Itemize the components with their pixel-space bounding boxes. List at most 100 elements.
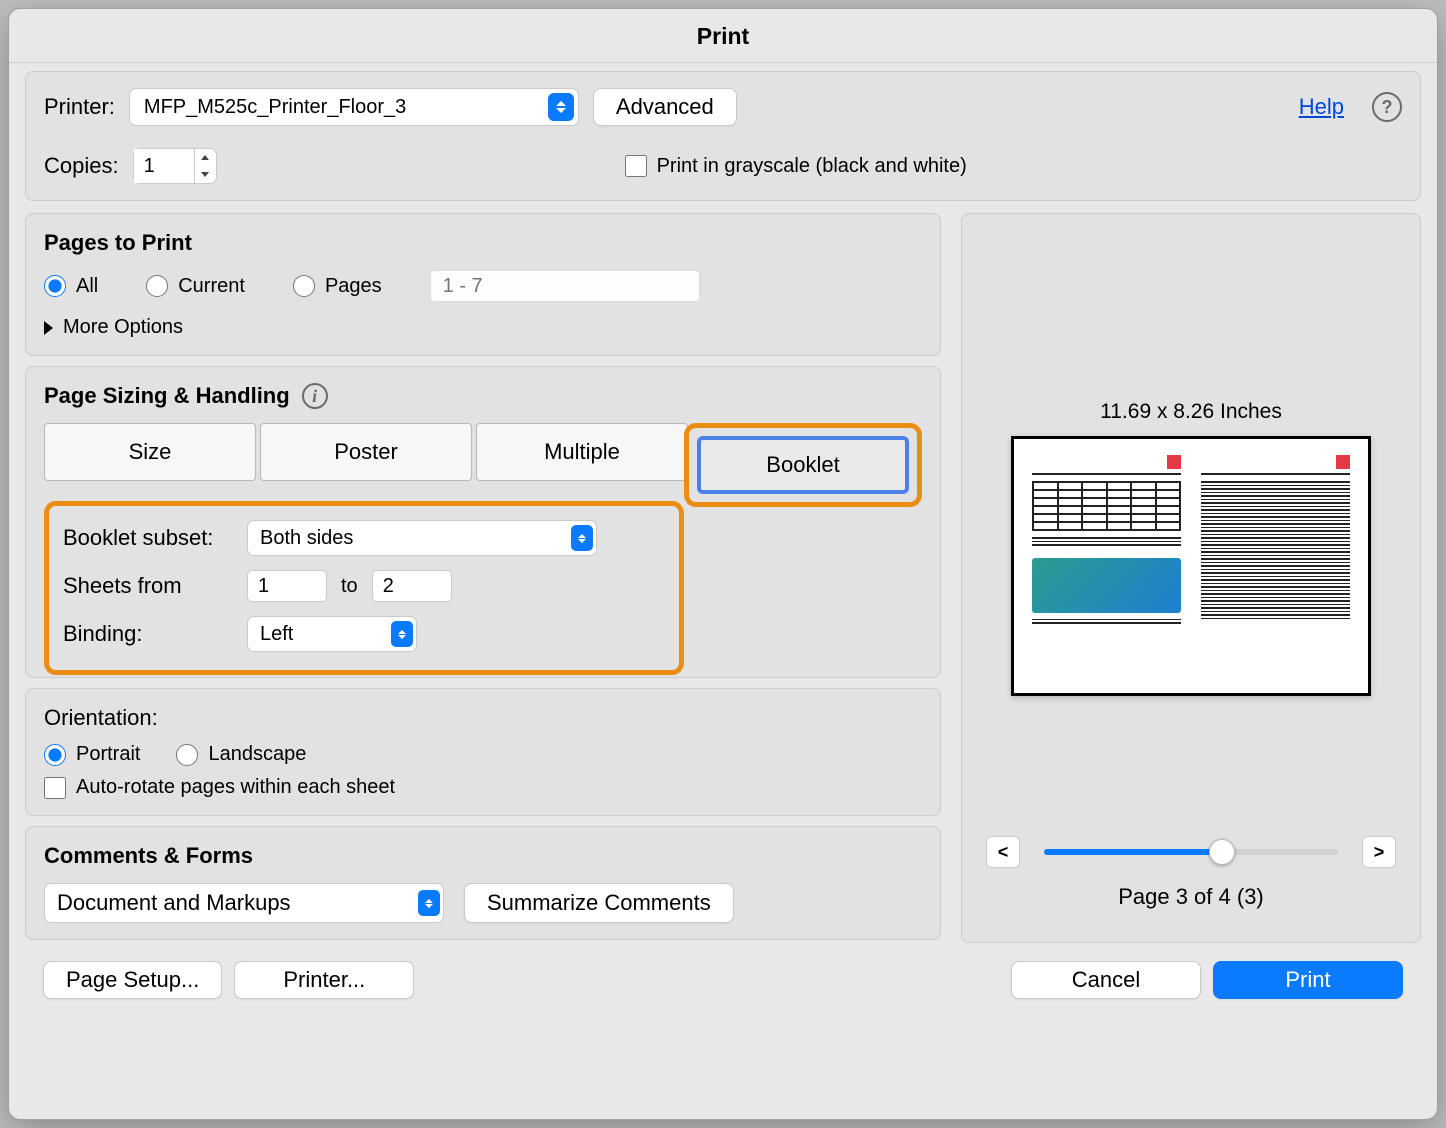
dialog-footer: Page Setup... Printer... Cancel Print (25, 943, 1421, 1009)
binding-row: Binding: Left (63, 616, 665, 652)
preview-controls: < > (978, 836, 1404, 868)
sheets-row: Sheets from to (63, 570, 665, 602)
stepper-arrows[interactable] (194, 149, 216, 183)
sizing-heading-row: Page Sizing & Handling i (44, 383, 922, 409)
pages-heading: Pages to Print (44, 230, 922, 256)
highlight-booklet-fields: Booklet subset: Both sides Sheets from t… (44, 501, 684, 675)
orientation-radio-row: Portrait Landscape (44, 743, 922, 766)
printer-row: Printer: MFP_M525c_Printer_Floor_3 Advan… (44, 88, 1402, 126)
sheets-from-input[interactable] (247, 570, 327, 602)
orientation-portrait[interactable]: Portrait (44, 743, 140, 766)
orientation-heading: Orientation: (44, 705, 922, 731)
binding-value: Left (260, 623, 293, 646)
sheets-label: Sheets from (63, 573, 233, 599)
segmented-first3: Size Poster Multiple (44, 423, 688, 481)
preview-dimensions: 11.69 x 8.26 Inches (1100, 400, 1282, 424)
autorotate-checkbox[interactable] (44, 777, 66, 799)
copies-input[interactable] (134, 149, 194, 183)
pages-radio-all[interactable]: All (44, 275, 98, 298)
right-column: 11.69 x 8.26 Inches (961, 213, 1421, 943)
printer-select-value: MFP_M525c_Printer_Floor_3 (144, 96, 406, 119)
more-options-label: More Options (63, 316, 183, 339)
comments-row: Document and Markups Summarize Comments (44, 883, 922, 923)
subset-row: Booklet subset: Both sides (63, 520, 665, 556)
pages-radio-current[interactable]: Current (146, 275, 245, 298)
pdf-badge-icon (1167, 455, 1181, 469)
preview-prev-button[interactable]: < (986, 836, 1020, 868)
sizing-panel: Page Sizing & Handling i Size Poster Mul… (25, 366, 941, 678)
print-button[interactable]: Print (1213, 961, 1403, 999)
radio-landscape[interactable] (176, 744, 198, 766)
comments-heading: Comments & Forms (44, 843, 922, 869)
autorotate-label: Auto-rotate pages within each sheet (76, 776, 395, 799)
thumb-image (1032, 558, 1181, 613)
stepper-up-icon[interactable] (195, 149, 216, 166)
copies-label: Copies: (44, 153, 119, 179)
pages-range-input[interactable] (430, 270, 700, 302)
cancel-button[interactable]: Cancel (1011, 961, 1201, 999)
subset-label: Booklet subset: (63, 525, 233, 551)
left-column: Pages to Print All Current Pages (25, 213, 941, 943)
preview-thumbnail (1011, 436, 1371, 696)
pages-radio-pages[interactable]: Pages (293, 275, 382, 298)
sizing-heading: Page Sizing & Handling (44, 383, 290, 409)
binding-select[interactable]: Left (247, 616, 417, 652)
disclosure-triangle-icon (44, 321, 53, 335)
pdf-badge-icon (1336, 455, 1350, 469)
dialog-title: Print (9, 9, 1437, 63)
binding-label: Binding: (63, 621, 233, 647)
thumb-table (1032, 481, 1181, 531)
stepper-down-icon[interactable] (195, 166, 216, 183)
grayscale-row: Print in grayscale (black and white) (625, 155, 967, 178)
printer-button[interactable]: Printer... (234, 961, 414, 999)
radio-all[interactable] (44, 275, 66, 297)
thumb-right-page (1201, 455, 1350, 677)
printer-panel: Printer: MFP_M525c_Printer_Floor_3 Advan… (25, 71, 1421, 201)
printer-label: Printer: (44, 94, 115, 120)
copies-stepper[interactable] (133, 148, 217, 184)
radio-current-label: Current (178, 275, 245, 298)
tab-booklet[interactable]: Booklet (697, 436, 909, 494)
orientation-panel: Orientation: Portrait Landscape (25, 688, 941, 816)
grayscale-label: Print in grayscale (black and white) (657, 155, 967, 178)
more-options-toggle[interactable]: More Options (44, 316, 922, 339)
updown-caret-icon (391, 621, 413, 647)
tab-multiple[interactable]: Multiple (476, 423, 688, 481)
radio-portrait-label: Portrait (76, 743, 140, 766)
comments-value: Document and Markups (57, 890, 291, 916)
orientation-landscape[interactable]: Landscape (176, 743, 306, 766)
slider-thumb-icon[interactable] (1209, 839, 1235, 865)
page-setup-button[interactable]: Page Setup... (43, 961, 222, 999)
autorotate-row: Auto-rotate pages within each sheet (44, 776, 922, 799)
thumb-left-page (1032, 455, 1181, 677)
tab-size[interactable]: Size (44, 423, 256, 481)
printer-select[interactable]: MFP_M525c_Printer_Floor_3 (129, 88, 579, 126)
pages-radio-row: All Current Pages (44, 270, 922, 302)
comments-select[interactable]: Document and Markups (44, 883, 444, 923)
grayscale-checkbox[interactable] (625, 155, 647, 177)
dialog-content: Printer: MFP_M525c_Printer_Floor_3 Advan… (9, 63, 1437, 1025)
radio-current[interactable] (146, 275, 168, 297)
preview-slider[interactable] (1044, 842, 1338, 862)
updown-caret-icon (548, 93, 574, 121)
pages-panel: Pages to Print All Current Pages (25, 213, 941, 356)
tab-poster[interactable]: Poster (260, 423, 472, 481)
subset-select[interactable]: Both sides (247, 520, 597, 556)
info-icon[interactable]: i (302, 383, 328, 409)
radio-landscape-label: Landscape (208, 743, 306, 766)
radio-pages[interactable] (293, 275, 315, 297)
summarize-comments-button[interactable]: Summarize Comments (464, 883, 734, 923)
sheets-to-input[interactable] (372, 570, 452, 602)
radio-all-label: All (76, 275, 98, 298)
updown-caret-icon (418, 890, 440, 916)
advanced-button[interactable]: Advanced (593, 88, 737, 126)
preview-next-button[interactable]: > (1362, 836, 1396, 868)
help-icon[interactable]: ? (1372, 92, 1402, 122)
print-dialog-window: Print Printer: MFP_M525c_Printer_Floor_3… (8, 8, 1438, 1120)
columns: Pages to Print All Current Pages (25, 213, 1421, 943)
preview-page-status: Page 3 of 4 (3) (1118, 884, 1264, 910)
help-link[interactable]: Help (1299, 94, 1344, 120)
segmented-row: Size Poster Multiple Booklet (44, 423, 922, 507)
radio-portrait[interactable] (44, 744, 66, 766)
slider-fill (1044, 849, 1215, 855)
